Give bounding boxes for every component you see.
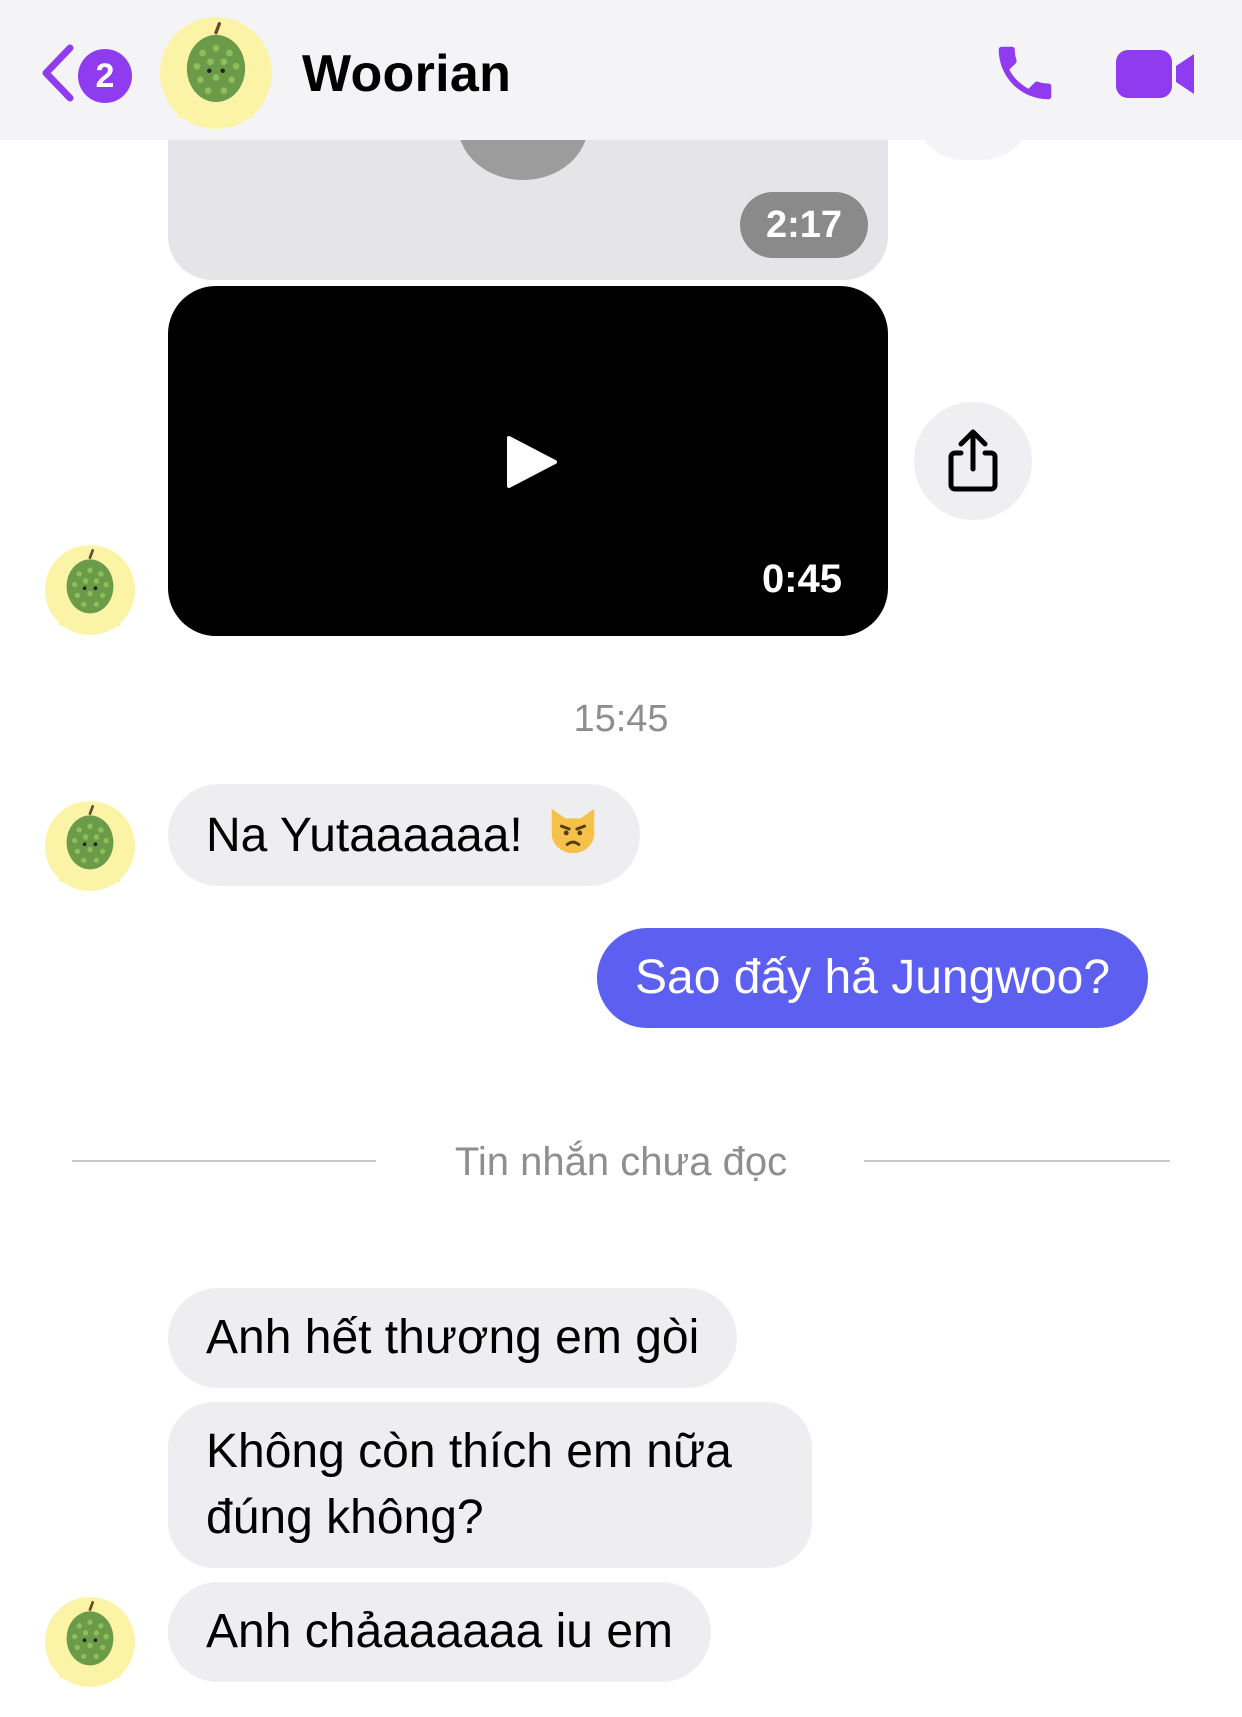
sender-avatar[interactable] [45, 1596, 135, 1688]
share-button[interactable] [914, 402, 1032, 520]
unread-divider-label: Tin nhắn chưa đọc [454, 1140, 788, 1184]
message-text: Anh hết thương em gòi [206, 1311, 700, 1364]
sender-avatar[interactable] [45, 544, 135, 636]
message-text: Na Yutaaaaaa! [206, 809, 523, 862]
divider-right [864, 1160, 1170, 1162]
received-message[interactable]: Không còn thích em nữa đúng không? [168, 1402, 812, 1568]
chat-header: 2 Woorian [0, 0, 1242, 140]
message-text: Anh chảaaaaaa iu em [206, 1605, 674, 1658]
contact-avatar[interactable] [160, 16, 272, 130]
received-message[interactable]: Na Yutaaaaaa! [168, 784, 641, 886]
unread-count-badge: 2 [78, 49, 132, 103]
phone-call-icon[interactable] [990, 38, 1060, 108]
play-icon[interactable] [503, 434, 559, 490]
contact-name[interactable]: Woorian [302, 44, 511, 104]
sent-message[interactable]: Sao đấy hả Jungwoo? [597, 928, 1149, 1028]
media-duration: 2:17 [740, 192, 868, 258]
received-message[interactable]: Anh hết thương em gòi [168, 1288, 738, 1388]
video-message[interactable]: 0:45 [168, 286, 888, 636]
chevron-left-icon [42, 44, 74, 102]
share-icon [948, 429, 998, 492]
sender-avatar[interactable] [45, 800, 135, 892]
video-duration: 0:45 [761, 557, 842, 601]
message-text: Không còn thích em nữa đúng không? [206, 1425, 732, 1544]
message-text: Sao đấy hả Jungwoo? [635, 951, 1111, 1004]
message-timestamp: 15:45 [573, 698, 669, 740]
received-message[interactable]: Anh chảaaaaaa iu em [168, 1582, 712, 1682]
video-call-icon[interactable] [1116, 46, 1196, 102]
pouting-cat-icon [551, 808, 595, 854]
